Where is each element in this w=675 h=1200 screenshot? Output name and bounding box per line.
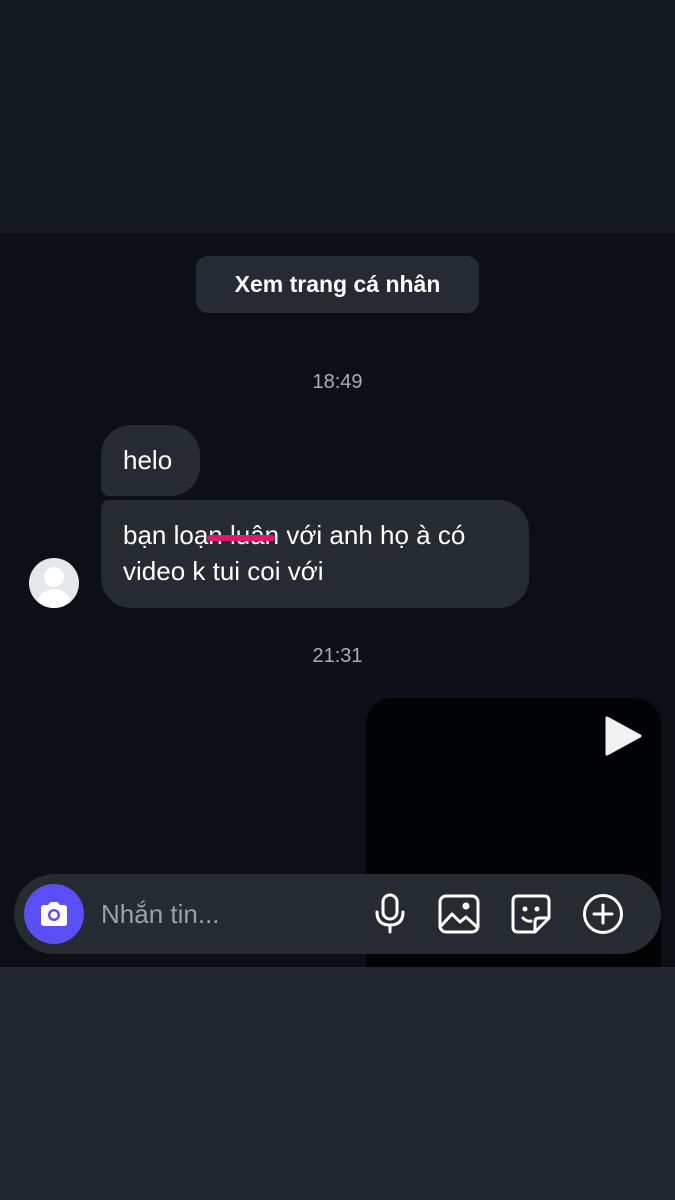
- play-icon[interactable]: [601, 714, 645, 758]
- message-composer: [14, 874, 661, 954]
- avatar[interactable]: [29, 558, 79, 608]
- chat-thread[interactable]: Xem trang cá nhân 18:49 helo bạn loạn lu…: [0, 233, 675, 967]
- default-avatar-icon: [36, 567, 72, 608]
- microphone-icon: [375, 893, 405, 934]
- camera-icon: [41, 902, 67, 926]
- timestamp-2: 21:31: [312, 645, 363, 667]
- plus-button[interactable]: [579, 890, 627, 938]
- timestamp-1: 18:49: [312, 371, 363, 393]
- camera-button[interactable]: [24, 884, 84, 944]
- redaction-mark: [207, 535, 275, 541]
- keyboard-area: [0, 967, 675, 1200]
- received-message-2[interactable]: bạn loạn luân với anh họ à có video k tu…: [101, 500, 529, 608]
- message-text-1: helo: [123, 445, 173, 475]
- message-input[interactable]: [101, 894, 351, 934]
- microphone-button[interactable]: [366, 890, 414, 938]
- received-message-1[interactable]: helo: [101, 425, 200, 496]
- sticker-button[interactable]: [507, 890, 555, 938]
- gallery-button[interactable]: [435, 890, 483, 938]
- plus-circle-icon: [583, 894, 623, 934]
- sticker-icon: [511, 894, 551, 934]
- view-profile-button[interactable]: Xem trang cá nhân: [196, 256, 479, 313]
- message-text-2: bạn loạn luân với anh họ à có video k tu…: [123, 520, 466, 586]
- header-area: [0, 0, 675, 233]
- image-icon: [438, 894, 480, 934]
